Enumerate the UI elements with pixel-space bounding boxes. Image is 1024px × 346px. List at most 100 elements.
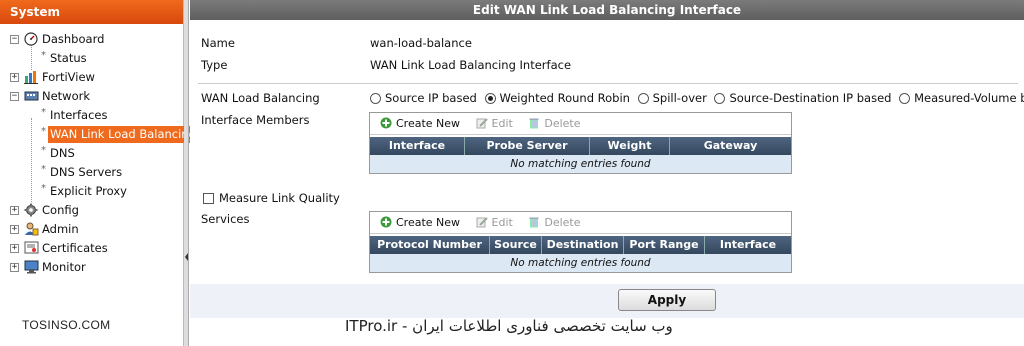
sidebar-item-network[interactable]: − Network — [0, 87, 183, 106]
sidebar-item-fortiview[interactable]: + FortiView — [0, 68, 183, 87]
column-header[interactable]: Gateway — [670, 137, 791, 155]
nav-tree: − Dashboard * Status + FortiView − Netwo… — [0, 24, 198, 277]
sidebar-item-label: WAN Link Load Balancing — [48, 126, 198, 143]
sidebar-item-certificates[interactable]: + Certificates — [0, 239, 183, 258]
name-value: wan-load-balance — [370, 36, 472, 50]
splitter-collapse-icon[interactable] — [185, 250, 188, 264]
wan-load-balancing-radio-group: Source IP based Weighted Round Robin Spi… — [370, 91, 1024, 105]
edit-button[interactable]: Edit — [476, 212, 513, 234]
edit-button[interactable]: Edit — [476, 113, 513, 135]
radio-label: Measured-Volume based — [914, 91, 1024, 105]
collapse-toggle-icon[interactable]: − — [10, 35, 19, 44]
column-header[interactable]: Protocol Number — [370, 236, 490, 254]
sidebar-item-dns[interactable]: * DNS — [0, 144, 183, 163]
sidebar-item-label: Network — [42, 89, 91, 103]
expand-toggle-icon[interactable]: + — [10, 206, 19, 215]
sidebar-item-label: FortiView — [42, 70, 95, 84]
delete-button[interactable]: Delete — [528, 113, 581, 135]
sidebar-item-label: Admin — [42, 222, 79, 236]
pane-splitter[interactable] — [184, 0, 189, 346]
expand-toggle-icon[interactable]: + — [10, 225, 19, 234]
edit-label: Edit — [491, 216, 513, 229]
interface-members-label: Interface Members — [201, 113, 310, 127]
sidebar-title: System — [0, 0, 183, 24]
expand-toggle-icon[interactable]: + — [10, 263, 19, 272]
radio-weighted-round-robin[interactable]: Weighted Round Robin — [484, 91, 630, 105]
delete-label: Delete — [544, 117, 581, 130]
sidebar-item-label: DNS Servers — [50, 165, 123, 179]
watermark-tosinso: TOSINSO.COM — [22, 318, 111, 332]
grid-header-row: Interface Probe Server Weight Gateway — [370, 137, 791, 155]
column-header[interactable]: Weight — [590, 137, 670, 155]
name-label: Name — [201, 36, 235, 50]
plus-circle-icon — [380, 115, 392, 129]
sidebar: System − Dashboard * Status + FortiView … — [0, 0, 198, 346]
empty-message: No matching entries found — [370, 254, 791, 272]
column-header[interactable]: Interface — [370, 137, 465, 155]
column-header[interactable]: Source — [490, 236, 542, 254]
admin-icon — [24, 222, 39, 236]
footer-bar — [190, 284, 1024, 318]
plus-circle-icon — [380, 214, 392, 228]
sidebar-item-wan-link-load-balancing[interactable]: * WAN Link Load Balancing — [0, 125, 198, 144]
sidebar-item-status[interactable]: * Status — [0, 49, 183, 68]
sidebar-item-explicit-proxy[interactable]: * Explicit Proxy — [0, 182, 183, 201]
sidebar-item-label: Interfaces — [50, 108, 108, 122]
interface-members-grid: Create New Edit Delete Interface Probe S… — [369, 112, 792, 174]
grid-toolbar: Create New Edit Delete — [370, 212, 791, 234]
monitor-icon — [24, 260, 39, 274]
sidebar-item-label: Explicit Proxy — [50, 184, 127, 198]
radio-label: Spill-over — [652, 91, 707, 105]
trash-icon — [528, 214, 540, 228]
radio-source-ip-based[interactable]: Source IP based — [370, 91, 477, 105]
main-panel: Edit WAN Link Load Balancing Interface N… — [190, 0, 1024, 346]
column-header[interactable]: Interface — [705, 236, 791, 254]
dashboard-icon — [24, 32, 39, 46]
sidebar-item-dns-servers[interactable]: * DNS Servers — [0, 163, 183, 182]
radio-spill-over[interactable]: Spill-over — [637, 91, 707, 105]
radio-label: Weighted Round Robin — [499, 91, 630, 105]
measure-link-quality-option[interactable]: Measure Link Quality — [203, 191, 340, 205]
bullet-icon: * — [41, 126, 46, 137]
sidebar-item-interfaces[interactable]: * Interfaces — [0, 106, 183, 125]
delete-button[interactable]: Delete — [528, 212, 581, 234]
edit-pencil-icon — [476, 214, 488, 228]
expand-toggle-icon[interactable]: + — [10, 244, 19, 253]
radio-button[interactable] — [484, 93, 496, 104]
apply-button[interactable]: Apply — [618, 289, 716, 311]
sidebar-item-label: Status — [50, 51, 87, 65]
sidebar-item-admin[interactable]: + Admin — [0, 220, 183, 239]
column-header[interactable]: Probe Server — [465, 137, 590, 155]
sidebar-item-dashboard[interactable]: − Dashboard — [0, 30, 183, 49]
sidebar-item-config[interactable]: + Config — [0, 201, 183, 220]
sidebar-item-label: Dashboard — [42, 32, 105, 46]
radio-button[interactable] — [370, 93, 381, 104]
sidebar-item-monitor[interactable]: + Monitor — [0, 258, 183, 277]
create-new-button[interactable]: Create New — [380, 212, 460, 234]
certificates-icon — [24, 241, 39, 255]
column-header[interactable]: Destination — [542, 236, 624, 254]
create-new-label: Create New — [396, 117, 461, 130]
column-header[interactable]: Port Range — [624, 236, 705, 254]
wan-load-balancing-label: WAN Load Balancing — [201, 91, 320, 105]
divider — [198, 83, 1018, 84]
checkbox-label: Measure Link Quality — [219, 191, 340, 205]
expand-toggle-icon[interactable]: + — [10, 73, 19, 82]
bullet-icon: * — [41, 107, 46, 118]
edit-label: Edit — [491, 117, 513, 130]
measure-link-quality-checkbox[interactable] — [203, 193, 214, 204]
radio-button[interactable] — [637, 93, 649, 104]
services-label: Services — [201, 212, 250, 226]
collapse-toggle-icon[interactable]: − — [10, 92, 19, 101]
radio-source-destination-ip-based[interactable]: Source-Destination IP based — [714, 91, 891, 105]
sidebar-item-label: Certificates — [42, 241, 108, 255]
create-new-button[interactable]: Create New — [380, 113, 460, 135]
radio-button[interactable] — [899, 93, 911, 104]
radio-button[interactable] — [714, 93, 726, 104]
type-label: Type — [201, 58, 228, 72]
config-icon — [24, 203, 39, 217]
radio-label: Source IP based — [385, 91, 477, 105]
radio-measured-volume-based[interactable]: Measured-Volume based — [899, 91, 1024, 105]
bullet-icon: * — [41, 164, 46, 175]
grid-toolbar: Create New Edit Delete — [370, 113, 791, 135]
